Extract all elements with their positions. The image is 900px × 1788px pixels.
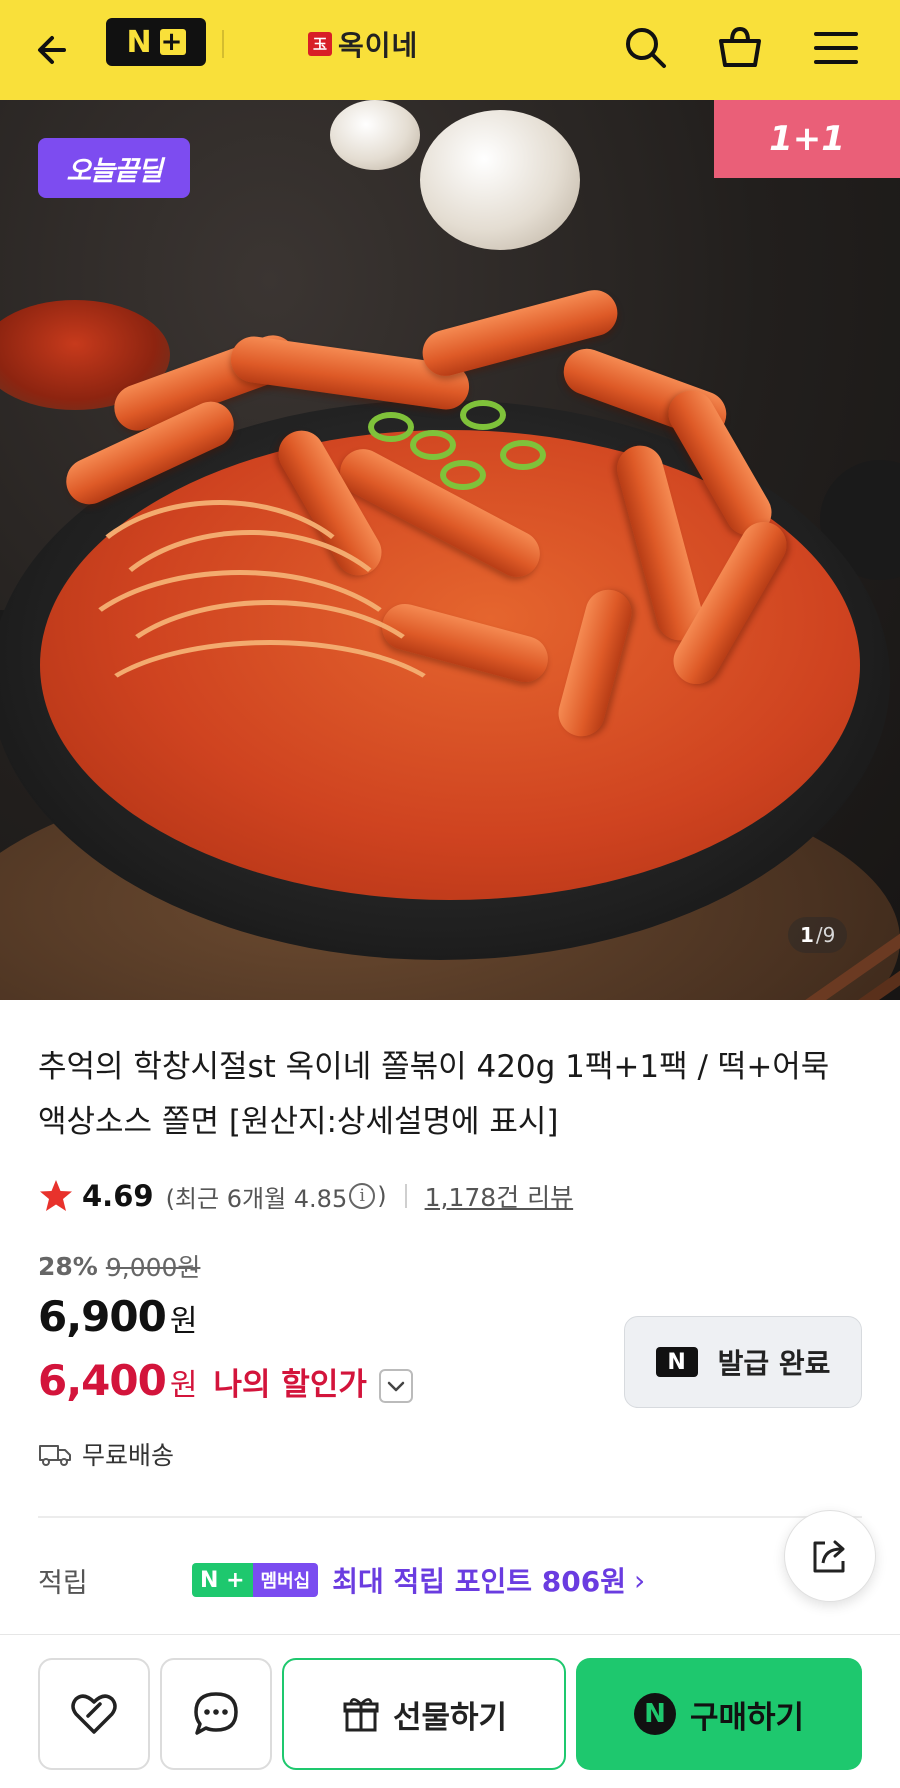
coupon-issued-button[interactable]: N 발급 완료 — [624, 1316, 862, 1408]
product-title: 추억의 학창시절st 옥이네 쫄볶이 420g 1팩+1팩 / 떡+어묵 액상소… — [38, 1049, 830, 1140]
points-label: 적립 — [38, 1567, 88, 1599]
rating-row: 4.69 (최근 6개월 4.85 i ) 1,178건 리뷰 — [38, 1176, 573, 1216]
chevron-down-icon — [387, 1381, 405, 1392]
star-icon — [40, 1180, 72, 1211]
sale-price-unit: 원 — [169, 1304, 198, 1339]
talk-button[interactable] — [160, 1658, 272, 1770]
my-price-unit: 원 — [169, 1368, 198, 1403]
original-price: 9,000원 — [105, 1253, 201, 1282]
sale-price-value: 6,900 — [38, 1292, 167, 1341]
recent-rating: (최근 6개월 4.85 — [165, 1184, 348, 1213]
discount-row: 28% 9,000원 — [38, 1248, 200, 1284]
green-onion — [368, 412, 414, 442]
search-button[interactable] — [618, 20, 674, 76]
page-total: /9 — [815, 923, 836, 947]
today-deal-badge: 오늘끝딜 — [38, 138, 190, 198]
rating-separator — [404, 1184, 407, 1208]
my-price-value: 6,400 — [38, 1356, 167, 1405]
gift-icon — [343, 1698, 379, 1732]
one-plus-one-badge: 1+1 — [714, 100, 900, 178]
page-current: 1 — [800, 923, 814, 947]
nplus-plus-text: + — [159, 27, 186, 57]
header-divider — [222, 30, 224, 58]
search-icon — [626, 28, 666, 68]
info-icon[interactable]: i — [349, 1183, 376, 1209]
top-app-bar: N + 玉 옥이네 — [0, 0, 900, 100]
shopping-basket-icon — [719, 26, 761, 67]
max-points-text: 최대 적립 포인트 806원 — [332, 1565, 626, 1598]
gift-label: 선물하기 — [392, 1699, 508, 1736]
garlic-bulb — [420, 110, 580, 250]
nplus-store-logo[interactable]: N + — [106, 18, 206, 66]
noodle-strand — [80, 640, 460, 800]
back-button[interactable] — [28, 22, 84, 78]
arrow-left-icon — [38, 36, 66, 64]
sale-price: 6,900 원 — [38, 1292, 197, 1341]
coupon-label: 발급 완료 — [717, 1347, 831, 1380]
cart-button[interactable] — [712, 20, 768, 76]
buy-button[interactable]: N 구매하기 — [576, 1658, 862, 1770]
share-button[interactable] — [784, 1510, 876, 1602]
naver-pay-icon: N — [633, 1693, 676, 1735]
brand-logo[interactable]: 玉 옥이네 — [308, 20, 418, 68]
image-page-counter: 1 /9 — [788, 917, 848, 953]
chevron-right-icon: › — [633, 1563, 646, 1597]
green-onion — [500, 440, 546, 470]
chat-bubble-icon — [194, 1692, 238, 1735]
green-onion — [410, 430, 456, 460]
my-discount-price: 6,400 원 나의 할인가 — [38, 1356, 413, 1405]
menu-button[interactable] — [808, 20, 864, 76]
review-count-link[interactable]: 1,178건 리뷰 — [425, 1178, 574, 1214]
points-row[interactable]: 적립 N + 멤버십 최대 적립 포인트 806원 › — [38, 1556, 738, 1604]
share-icon — [813, 1540, 845, 1573]
gift-button[interactable]: 선물하기 — [282, 1658, 566, 1770]
hamburger-menu-icon — [814, 32, 858, 64]
my-price-label: 나의 할인가 — [213, 1367, 367, 1403]
membership-text: 멤버십 — [252, 1563, 319, 1597]
heart-icon — [71, 1694, 117, 1734]
membership-badge: N + 멤버십 — [192, 1563, 319, 1597]
garlic-clove — [330, 100, 420, 170]
section-divider — [38, 1516, 862, 1518]
brand-mark-icon: 玉 — [308, 32, 332, 56]
wishlist-button[interactable] — [38, 1658, 150, 1770]
membership-n-text: N + — [192, 1563, 253, 1597]
nplus-n-text: N — [126, 24, 154, 60]
my-price-expand-button[interactable] — [378, 1369, 413, 1403]
shipping-label: 무료배송 — [82, 1441, 175, 1470]
brand-name: 옥이네 — [338, 29, 419, 62]
rating-score: 4.69 — [82, 1179, 154, 1213]
recent-rating-close: ) — [377, 1182, 387, 1210]
buy-label: 구매하기 — [689, 1699, 805, 1736]
discount-rate: 28% — [38, 1251, 98, 1281]
green-onion — [460, 400, 506, 430]
green-onion — [440, 460, 486, 490]
product-image-carousel[interactable] — [0, 100, 900, 1000]
truck-icon — [39, 1445, 71, 1466]
shipping-info: 무료배송 — [38, 1436, 174, 1472]
naver-n-icon: N — [655, 1347, 698, 1377]
